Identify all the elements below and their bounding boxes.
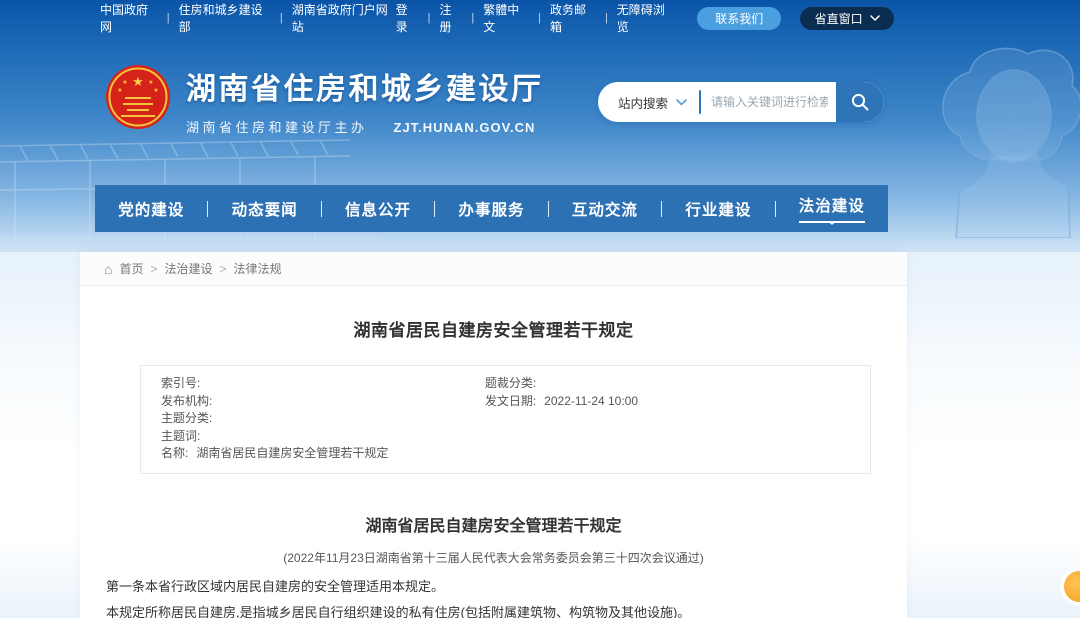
site-header: ★ ★ ★ ★ ★ 湖南省住房和城乡建设厅 湖南省住房和建设厅主办 ZJT.HU… <box>105 64 544 136</box>
meta-row-issuer: 发布机构: <box>161 393 485 411</box>
page: 中国政府网 | 住房和城乡建设部 | 湖南省政府门户网站 登录 | 注册 | 繁… <box>0 0 1080 618</box>
topbar-divider: | <box>538 12 541 24</box>
topbar-link-hunan-gov[interactable]: 湖南省政府门户网站 <box>292 1 396 35</box>
meta-left-column: 索引号: 发布机构: 主题分类: 主题词: 名称:湖南省居民自建房安全管理若干规… <box>161 375 485 463</box>
accessibility-link[interactable]: 无障碍浏览 <box>617 1 674 35</box>
topbar-divider: | <box>428 12 431 24</box>
svg-text:★: ★ <box>122 79 127 86</box>
meta-row-index: 索引号: <box>161 375 485 393</box>
national-emblem-logo: ★ ★ ★ ★ ★ <box>105 64 171 130</box>
gov-mail-link[interactable]: 政务邮箱 <box>550 1 596 35</box>
breadcrumb-laws[interactable]: 法律法规 <box>234 260 282 277</box>
meta-row-issue-date: 发文日期:2022-11-24 10:00 <box>485 393 850 411</box>
meta-row-name: 名称:湖南省居民自建房安全管理若干规定 <box>161 445 485 463</box>
meta-row-genre: 题裁分类: <box>485 375 850 393</box>
nav-item-rule-of-law[interactable]: 法治建设 <box>776 185 888 232</box>
document-meta-box: 索引号: 发布机构: 主题分类: 主题词: 名称:湖南省居民自建房安全管理若干规… <box>140 365 871 474</box>
top-links-bar: 中国政府网 | 住房和城乡建设部 | 湖南省政府门户网站 登录 | 注册 | 繁… <box>0 0 1080 36</box>
site-subtitle-row: 湖南省住房和建设厅主办 ZJT.HUNAN.GOV.CN <box>186 117 544 136</box>
chevron-down-icon <box>676 99 687 106</box>
province-window-label: 省直窗口 <box>815 10 863 27</box>
search-input[interactable] <box>701 82 836 122</box>
register-link[interactable]: 注册 <box>439 1 462 35</box>
topbar-right-links: 登录 | 注册 | 繁體中文 | 政务邮箱 | 无障碍浏览 联系我们 省直窗口 <box>396 1 894 35</box>
nav-item-industry[interactable]: 行业建设 <box>662 185 774 232</box>
breadcrumb-rule-of-law[interactable]: 法治建设 <box>165 260 213 277</box>
nav-item-info-disclosure[interactable]: 信息公开 <box>322 185 434 232</box>
home-icon[interactable]: ⌂ <box>104 262 112 276</box>
breadcrumb-separator: > <box>220 262 227 276</box>
statue-illustration <box>930 40 1080 238</box>
svg-text:★: ★ <box>148 79 153 86</box>
traditional-chinese-link[interactable]: 繁體中文 <box>483 1 529 35</box>
svg-text:★: ★ <box>132 74 144 89</box>
topbar-divider: | <box>167 12 170 24</box>
site-subtitle: 湖南省住房和建设厅主办 <box>186 117 368 136</box>
meta-right-column: 题裁分类: 发文日期:2022-11-24 10:00 <box>485 375 850 463</box>
topbar-divider: | <box>471 12 474 24</box>
topbar-link-gov-cn[interactable]: 中国政府网 <box>100 1 158 35</box>
paragraph: 第一条本省行政区域内居民自建房的安全管理适用本规定。 <box>80 574 861 601</box>
document-body: 第一条本省行政区域内居民自建房的安全管理适用本规定。 本规定所称居民自建房,是指… <box>80 574 907 618</box>
search-icon <box>850 92 870 112</box>
document-subtitle: (2022年11月23日湖南省第十三届人民代表大会常务委员会第三十四次会议通过) <box>80 549 907 566</box>
svg-text:★: ★ <box>153 87 158 94</box>
nav-item-interaction[interactable]: 互动交流 <box>549 185 661 232</box>
content-card: ⌂ 首页 > 法治建设 > 法律法规 湖南省居民自建房安全管理若干规定 索引号:… <box>80 252 907 618</box>
site-domain: ZJT.HUNAN.GOV.CN <box>394 120 536 135</box>
main-nav: 党的建设 动态要闻 信息公开 办事服务 互动交流 行业建设 法治建设 <box>95 185 888 232</box>
breadcrumb-separator: > <box>150 262 157 276</box>
search-scope-select[interactable]: 站内搜索 <box>598 93 699 112</box>
nav-item-news[interactable]: 动态要闻 <box>208 185 320 232</box>
nav-item-party-building[interactable]: 党的建设 <box>95 185 207 232</box>
contact-us-button[interactable]: 联系我们 <box>697 7 781 30</box>
document-title: 湖南省居民自建房安全管理若干规定 <box>80 512 907 536</box>
page-title: 湖南省居民自建房安全管理若干规定 <box>80 316 907 341</box>
svg-text:★: ★ <box>117 87 122 94</box>
meta-row-keywords: 主题词: <box>161 428 485 446</box>
topbar-link-mohurd[interactable]: 住房和城乡建设部 <box>179 1 271 35</box>
topbar-left-links: 中国政府网 | 住房和城乡建设部 | 湖南省政府门户网站 <box>100 1 396 35</box>
site-title-block: 湖南省住房和城乡建设厅 湖南省住房和建设厅主办 ZJT.HUNAN.GOV.CN <box>186 64 544 136</box>
paragraph: 本规定所称居民自建房,是指城乡居民自行组织建设的私有住房(包括附属建筑物、构筑物… <box>80 600 861 618</box>
breadcrumb-home[interactable]: 首页 <box>119 260 143 277</box>
breadcrumb: ⌂ 首页 > 法治建设 > 法律法规 <box>80 252 907 286</box>
province-window-dropdown[interactable]: 省直窗口 <box>800 7 894 30</box>
search-scope-label: 站内搜索 <box>618 93 668 112</box>
login-link[interactable]: 登录 <box>396 1 419 35</box>
site-search: 站内搜索 <box>598 82 884 122</box>
topbar-divider: | <box>605 12 608 24</box>
site-title: 湖南省住房和城乡建设厅 <box>186 64 544 108</box>
topbar-divider: | <box>280 12 283 24</box>
search-button[interactable] <box>836 82 884 122</box>
nav-item-services[interactable]: 办事服务 <box>435 185 547 232</box>
chevron-down-icon <box>870 15 880 21</box>
meta-row-topic-category: 主题分类: <box>161 410 485 428</box>
